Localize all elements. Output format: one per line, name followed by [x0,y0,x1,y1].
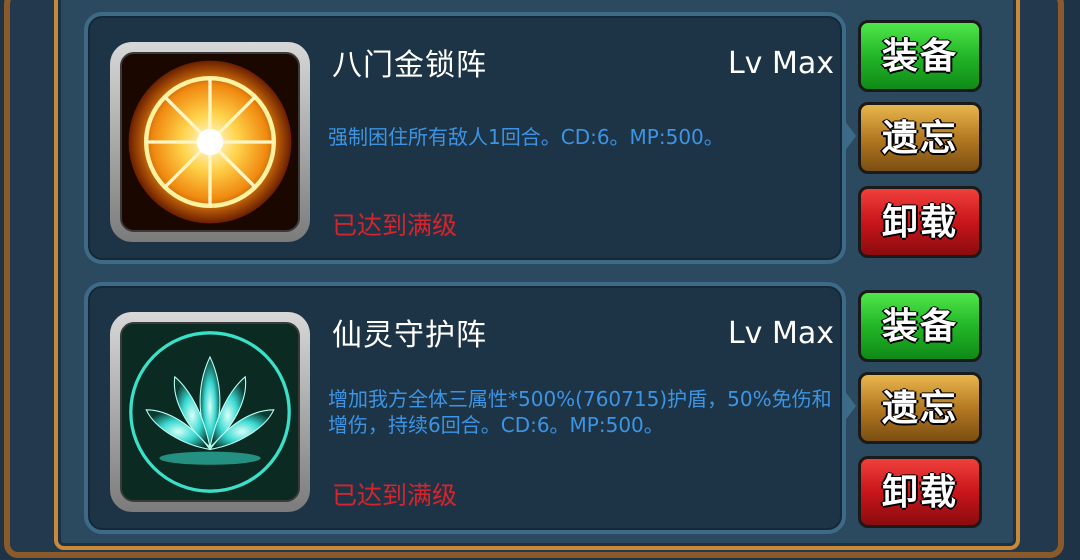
skill-status: 已达到满级 [332,211,458,240]
skill-card-2: 仙灵守护阵 Lv Max 增加我方全体三属性*500%(760715)护盾，50… [84,282,856,534]
skill-name: 八门金锁阵 [332,48,487,83]
forget-button-2[interactable]: 遗忘 [858,372,982,444]
skill-name: 仙灵守护阵 [332,318,487,353]
golden-sun-wheel-icon [122,54,298,230]
skill-status: 已达到满级 [332,481,458,510]
skill-description: 增加我方全体三属性*500%(760715)护盾，50%免伤和增伤，持续6回合。… [328,387,832,437]
skill-icon-frame[interactable] [110,42,310,242]
skill-icon-frame[interactable] [110,312,310,512]
unload-button-2[interactable]: 卸载 [858,456,982,528]
forget-button-1[interactable]: 遗忘 [858,102,982,174]
skill-card-1: 八门金锁阵 Lv Max 强制困住所有敌人1回合。CD:6。MP:500。 已达… [84,12,856,264]
unload-button-1[interactable]: 卸载 [858,186,982,258]
equip-button-1[interactable]: 装备 [858,20,982,92]
cyan-lotus-icon [122,324,298,500]
skill-level: Lv Max [727,316,834,351]
skill-description: 强制困住所有敌人1回合。CD:6。MP:500。 [328,125,724,149]
skill-level: Lv Max [727,46,834,81]
equip-button-2[interactable]: 装备 [858,290,982,362]
